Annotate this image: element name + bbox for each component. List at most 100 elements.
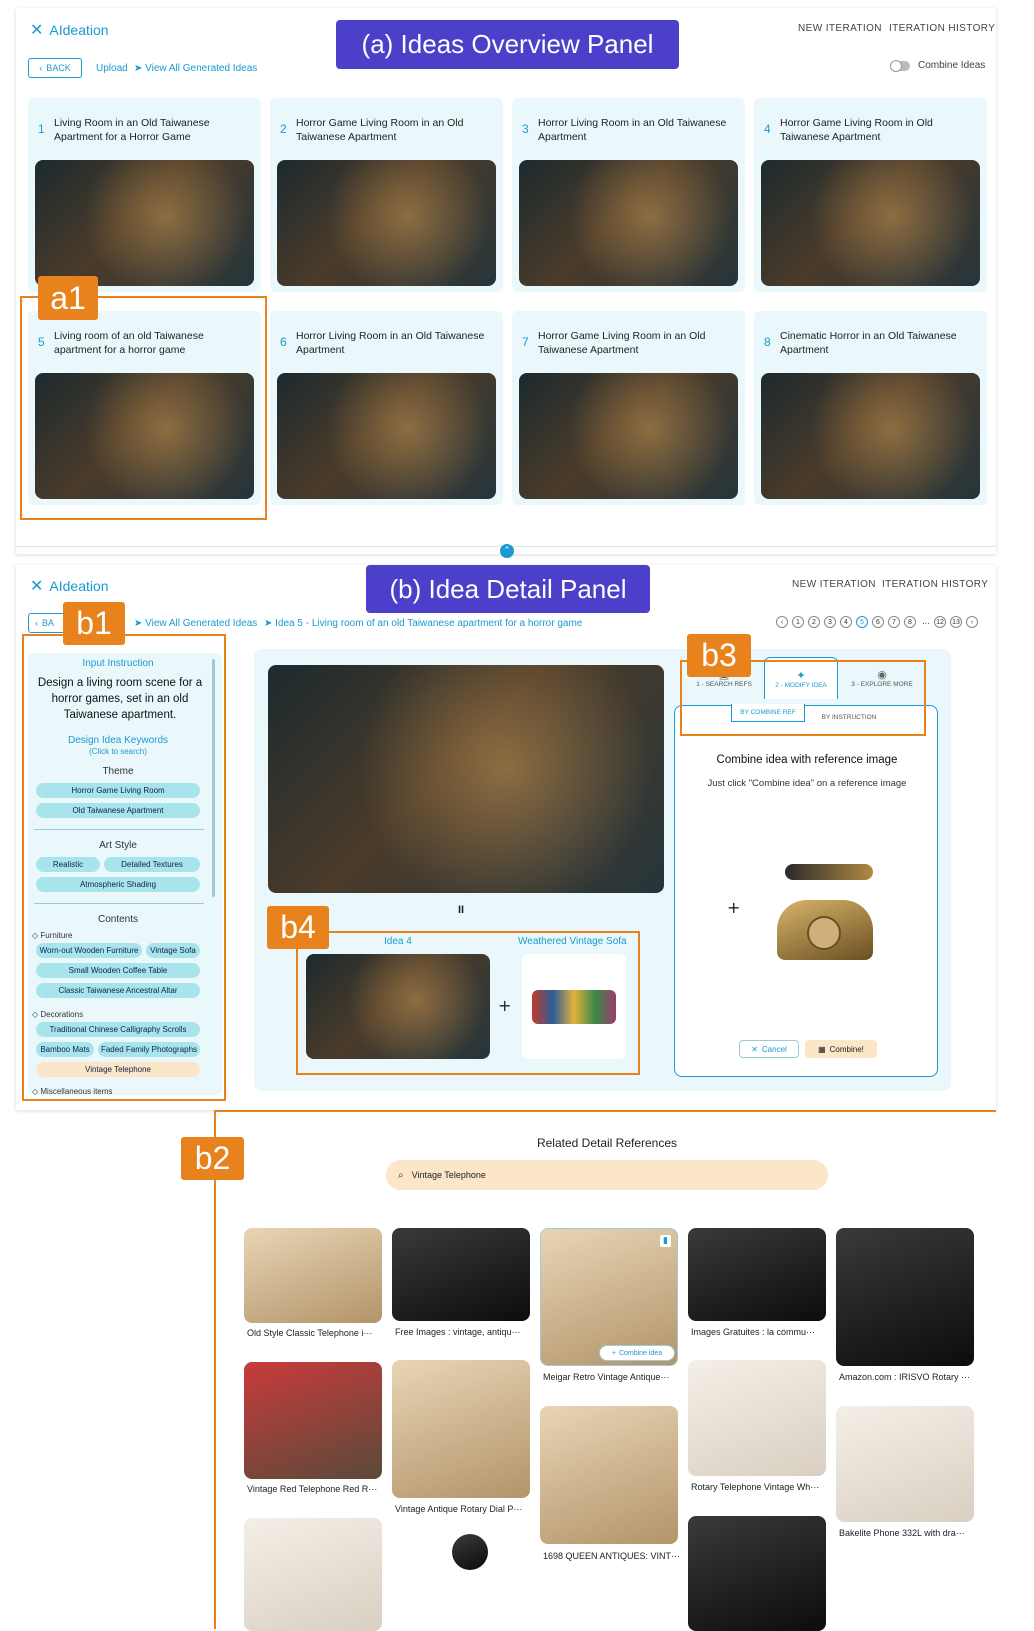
annotation-frame-b1 xyxy=(22,634,226,1101)
combine-button[interactable]: ▦ Combine! xyxy=(805,1040,877,1058)
idea-image[interactable] xyxy=(35,160,254,286)
reference-image[interactable] xyxy=(392,1360,530,1498)
next-page-icon[interactable]: › xyxy=(966,616,978,628)
idea-number: 6 xyxy=(280,335,287,349)
page-button-current[interactable]: 5 xyxy=(856,616,868,628)
annotation-label-b4: b4 xyxy=(267,906,329,949)
close-icon: ✕ xyxy=(751,1044,758,1054)
bookmark-icon[interactable]: ▮ xyxy=(660,1235,671,1247)
idea-number: 7 xyxy=(522,335,529,349)
idea-title: Horror Game Living Room in Old Taiwanese… xyxy=(780,117,933,143)
breadcrumb-upload[interactable]: Upload xyxy=(96,63,128,74)
logo-icon: ✕ xyxy=(30,20,44,39)
reference-caption: Amazon.com : IRISVO Rotary ··· xyxy=(839,1372,971,1382)
reference-image[interactable] xyxy=(244,1228,382,1323)
reference-caption: Vintage Antique Rotary Dial P··· xyxy=(395,1504,523,1514)
pause-icon[interactable]: II xyxy=(458,904,464,916)
prev-page-icon[interactable]: ‹ xyxy=(776,616,788,628)
page-button[interactable]: 7 xyxy=(888,616,900,628)
page-button[interactable]: 3 xyxy=(824,616,836,628)
back-label: BACK xyxy=(46,63,71,73)
idea-image[interactable] xyxy=(761,373,980,499)
idea-card[interactable]: 3 Horror Living Room in an Old Taiwanese… xyxy=(512,98,745,292)
overview-panel: ✕ AIdeation (a) Ideas Overview Panel NEW… xyxy=(16,8,996,558)
reference-caption: Bakelite Phone 332L with dra··· xyxy=(839,1528,965,1538)
reference-image[interactable] xyxy=(540,1406,678,1544)
reference-image[interactable] xyxy=(452,1534,488,1570)
idea-title: Horror Living Room in an Old Taiwanese A… xyxy=(296,330,485,356)
idea-title: Living Room in an Old Taiwanese Apartmen… xyxy=(54,117,210,143)
page-button[interactable]: 8 xyxy=(904,616,916,628)
references-panel: Related Detail References ⌕ Vintage Tele… xyxy=(214,1110,996,1631)
page-button[interactable]: 2 xyxy=(808,616,820,628)
page-button[interactable]: 13 xyxy=(950,616,962,628)
idea-number: 2 xyxy=(280,122,287,136)
idea-card[interactable]: 4 Horror Game Living Room in Old Taiwane… xyxy=(754,98,987,292)
reference-image[interactable]: ▮ + Combine idea xyxy=(540,1228,678,1366)
idea-card[interactable]: 6 Horror Living Room in an Old Taiwanese… xyxy=(270,311,503,505)
iteration-history-link[interactable]: ITERATION HISTORY xyxy=(889,23,995,34)
plus-icon: + xyxy=(611,1349,616,1357)
combine-ideas-label: Combine Ideas xyxy=(918,60,986,71)
chevron-left-icon: ‹ xyxy=(35,618,38,628)
app-name: AIdeation xyxy=(49,21,109,38)
idea-image[interactable] xyxy=(519,373,738,499)
new-iteration-link[interactable]: NEW ITERATION xyxy=(798,23,882,34)
idea-card[interactable]: 8 Cinematic Horror in an Old Taiwanese A… xyxy=(754,311,987,505)
page-ellipsis: ... xyxy=(922,617,930,626)
page-button[interactable]: 6 xyxy=(872,616,884,628)
breadcrumb-all-ideas[interactable]: ➤ View All Generated Ideas xyxy=(134,618,257,629)
collapse-handle-icon[interactable]: ⌃ xyxy=(500,544,514,558)
annotation-label-b3: b3 xyxy=(687,634,751,677)
telephone-preview xyxy=(763,848,883,968)
reference-image[interactable] xyxy=(836,1228,974,1366)
annotation-label-b1: b1 xyxy=(63,602,125,645)
pagination: ‹ 1 2 3 4 5 6 7 8 ... 12 13 › xyxy=(776,616,986,630)
annotation-label-b2: b2 xyxy=(181,1137,244,1180)
reference-image[interactable] xyxy=(836,1406,974,1522)
reference-image[interactable] xyxy=(688,1516,826,1631)
idea-main-image[interactable] xyxy=(268,665,664,893)
reference-search[interactable]: ⌕ Vintage Telephone xyxy=(386,1160,828,1190)
back-button[interactable]: ‹ BACK xyxy=(28,58,82,78)
idea-title: Horror Game Living Room in an Old Taiwan… xyxy=(296,117,464,143)
back-label: BA xyxy=(42,618,55,628)
idea-card[interactable]: 1 Living Room in an Old Taiwanese Apartm… xyxy=(28,98,261,292)
reference-image[interactable] xyxy=(244,1518,382,1631)
idea-card[interactable]: 7 Horror Game Living Room in an Old Taiw… xyxy=(512,311,745,505)
reference-image[interactable] xyxy=(392,1228,530,1321)
idea-image[interactable] xyxy=(277,160,496,286)
annotation-frame-b4 xyxy=(296,931,640,1075)
idea-image[interactable] xyxy=(519,160,738,286)
breadcrumb-all-ideas[interactable]: ➤ View All Generated Ideas xyxy=(134,63,257,74)
idea-number: 8 xyxy=(764,335,771,349)
idea-number: 3 xyxy=(522,122,529,136)
app-logo[interactable]: ✕ AIdeation xyxy=(30,20,109,39)
reference-image[interactable] xyxy=(688,1228,826,1321)
page-button[interactable]: 12 xyxy=(934,616,946,628)
reference-image[interactable] xyxy=(688,1360,826,1476)
page-button[interactable]: 4 xyxy=(840,616,852,628)
toggle-switch[interactable] xyxy=(890,59,910,72)
idea-title: Horror Game Living Room in an Old Taiwan… xyxy=(538,330,706,356)
reference-caption: Old Style Classic Telephone i··· xyxy=(247,1328,373,1338)
idea-card[interactable]: 2 Horror Game Living Room in an Old Taiw… xyxy=(270,98,503,292)
back-button[interactable]: ‹ BA xyxy=(28,613,68,633)
reference-image[interactable] xyxy=(244,1362,382,1479)
idea-image[interactable] xyxy=(761,160,980,286)
new-iteration-link[interactable]: NEW ITERATION xyxy=(792,579,876,590)
idea-number: 4 xyxy=(764,122,771,136)
reference-caption: Meigar Retro Vintage Antique··· xyxy=(543,1372,670,1382)
combine-ideas-toggle[interactable]: Combine Ideas xyxy=(890,59,986,72)
cancel-button[interactable]: ✕ Cancel xyxy=(739,1040,799,1058)
page-button[interactable]: 1 xyxy=(792,616,804,628)
iteration-history-link[interactable]: ITERATION HISTORY xyxy=(882,579,988,590)
breadcrumb-current-idea[interactable]: ➤ Idea 5 - Living room of an old Taiwane… xyxy=(264,618,582,629)
panel-label: (b) Idea Detail Panel xyxy=(366,565,650,613)
reference-caption: Free Images : vintage, antiqu··· xyxy=(395,1327,521,1337)
search-input-value[interactable]: Vintage Telephone xyxy=(412,1170,486,1180)
combine-idea-button[interactable]: + Combine idea xyxy=(599,1345,675,1361)
combine-icon: ▦ xyxy=(818,1044,826,1054)
app-logo[interactable]: ✕ AIdeation xyxy=(30,576,109,595)
idea-image[interactable] xyxy=(277,373,496,499)
